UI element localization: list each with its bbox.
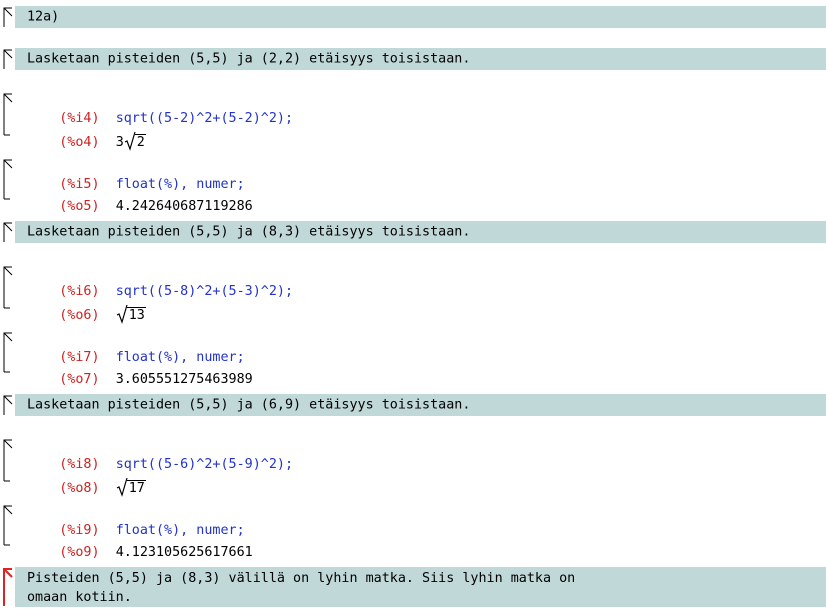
input-group-i9[interactable]: (%i9) float(%), numer; (%o9) 4.123105625… [0, 504, 826, 560]
output-value: 4.123105625617661 [115, 545, 253, 560]
cell-bracket[interactable] [2, 265, 14, 309]
cell-bracket[interactable] [2, 221, 14, 243]
output-value: 3.605551275463989 [115, 372, 253, 387]
cell-text[interactable]: Lasketaan pisteiden (5,5) ja (8,3) etäis… [27, 223, 470, 242]
text-cell-3[interactable]: Lasketaan pisteiden (5,5) ja (6,9) etäis… [0, 394, 826, 416]
sqrt-radicand: 17 [126, 480, 146, 496]
input-group-i5[interactable]: (%i5) float(%), numer; (%o5) 4.242640687… [0, 158, 826, 214]
input-group-i4[interactable]: (%i4) sqrt((5-2)^2+(5-2)^2); (%o4) 32 [0, 92, 826, 151]
output-label: (%o6) [59, 308, 100, 323]
text-cell-1[interactable]: Lasketaan pisteiden (5,5) ja (2,2) etäis… [0, 48, 826, 70]
sqrt-radicand: 2 [134, 134, 146, 150]
cell-bracket[interactable] [2, 331, 14, 373]
output-label: (%o7) [59, 372, 100, 387]
cell-bracket[interactable] [2, 158, 14, 200]
text-band [15, 6, 826, 28]
sqrt-radicand: 13 [126, 307, 146, 323]
cell-text[interactable]: Lasketaan pisteiden (5,5) ja (6,9) etäis… [27, 396, 470, 415]
cell-bracket[interactable] [2, 48, 14, 70]
output-value: 4.242640687119286 [115, 199, 253, 214]
cell-bracket[interactable] [2, 504, 14, 546]
sqrt-expression: 2 [124, 131, 146, 152]
cell-bracket[interactable] [2, 6, 14, 28]
cell-bracket[interactable] [2, 394, 14, 416]
text-cell-2[interactable]: Lasketaan pisteiden (5,5) ja (8,3) etäis… [0, 221, 826, 243]
cell-text[interactable]: Lasketaan pisteiden (5,5) ja (2,2) etäis… [27, 50, 470, 69]
output-coefficient: 3 [115, 135, 124, 150]
cell-bracket[interactable] [2, 92, 14, 136]
input-group-i6[interactable]: (%i6) sqrt((5-8)^2+(5-3)^2); (%o6) 13 [0, 265, 826, 324]
output-label: (%o5) [59, 199, 100, 214]
cell-bracket-active[interactable] [2, 567, 14, 607]
text-cell-title[interactable]: 12a) [0, 6, 826, 28]
cell-bracket[interactable] [2, 438, 14, 482]
output-label: (%o8) [59, 481, 100, 496]
cell-text[interactable]: Pisteiden (5,5) ja (8,3) välillä on lyhi… [27, 569, 727, 607]
cell-text[interactable]: 12a) [27, 8, 59, 27]
sqrt-expression: 13 [116, 304, 146, 325]
sqrt-expression: 17 [116, 477, 146, 498]
input-group-i8[interactable]: (%i8) sqrt((5-6)^2+(5-9)^2); (%o8) 17 [0, 438, 826, 497]
output-label: (%o9) [59, 545, 100, 560]
output-label: (%o4) [59, 135, 100, 150]
input-group-i7[interactable]: (%i7) float(%), numer; (%o7) 3.605551275… [0, 331, 826, 387]
text-cell-4[interactable]: Pisteiden (5,5) ja (8,3) välillä on lyhi… [0, 567, 826, 607]
